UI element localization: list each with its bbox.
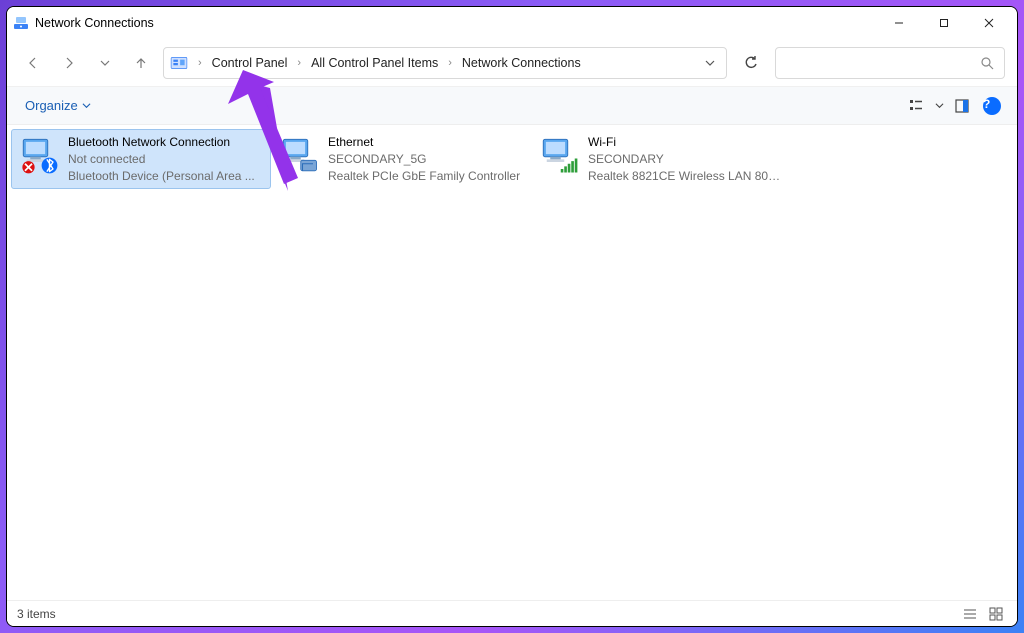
titlebar: Network Connections [7,7,1017,39]
item-count-label: 3 items [17,607,56,621]
connection-status: Not connected [68,151,255,168]
connection-device: Bluetooth Device (Personal Area ... [68,168,255,185]
organize-label: Organize [25,98,78,113]
forward-button[interactable] [55,49,83,77]
view-options-button[interactable] [901,91,931,121]
connection-labels: Wi-Fi SECONDARY Realtek 8821CE Wireless … [588,134,784,184]
status-bar: 3 items [7,600,1017,626]
address-bar[interactable]: › Control Panel › All Control Panel Item… [163,47,727,79]
search-input[interactable] [775,47,1005,79]
connection-status: SECONDARY_5G [328,151,520,168]
view-dropdown-button[interactable] [931,91,947,121]
window-frame: Network Connections › Con [6,6,1018,627]
maximize-button[interactable] [921,8,966,38]
breadcrumb-item[interactable]: Control Panel [208,54,292,72]
minimize-button[interactable] [876,8,921,38]
chevron-right-icon: › [297,57,301,69]
connection-device: Realtek 8821CE Wireless LAN 802.... [588,168,784,185]
connection-item-ethernet[interactable]: Ethernet SECONDARY_5G Realtek PCIe GbE F… [271,129,531,189]
chevron-right-icon: › [448,57,452,69]
chevron-down-icon [935,101,944,110]
connection-item-wifi[interactable]: Wi-Fi SECONDARY Realtek 8821CE Wireless … [531,129,791,189]
content-area: Bluetooth Network Connection Not connect… [7,125,1017,600]
recent-locations-button[interactable] [91,49,119,77]
connection-name: Ethernet [328,134,520,151]
chevron-down-icon [82,101,91,110]
connection-device: Realtek PCIe GbE Family Controller [328,168,520,185]
back-button[interactable] [19,49,47,77]
preview-pane-button[interactable] [947,91,977,121]
search-icon [980,56,994,70]
large-icons-view-button[interactable] [985,603,1007,625]
connection-name: Wi-Fi [588,134,784,151]
close-button[interactable] [966,8,1011,38]
breadcrumb-item[interactable]: All Control Panel Items [307,54,442,72]
organize-button[interactable]: Organize [17,94,99,117]
network-icon [278,134,320,176]
connection-labels: Bluetooth Network Connection Not connect… [68,134,255,184]
details-view-button[interactable] [959,603,981,625]
connection-name: Bluetooth Network Connection [68,134,255,151]
connection-labels: Ethernet SECONDARY_5G Realtek PCIe GbE F… [328,134,520,184]
window-title: Network Connections [35,16,154,30]
control-panel-icon [170,54,188,72]
app-icon [13,15,29,31]
up-button[interactable] [127,49,155,77]
network-icon [18,134,60,176]
connection-item-bluetooth[interactable]: Bluetooth Network Connection Not connect… [11,129,271,189]
connection-status: SECONDARY [588,151,784,168]
navigation-row: › Control Panel › All Control Panel Item… [7,39,1017,87]
toolbar: Organize ? [7,87,1017,125]
chevron-right-icon: › [198,57,202,69]
breadcrumb-item[interactable]: Network Connections [458,54,585,72]
address-dropdown-button[interactable] [700,57,720,69]
help-button[interactable]: ? [977,91,1007,121]
help-icon: ? [983,97,1001,115]
refresh-button[interactable] [735,47,767,79]
network-icon [538,134,580,176]
